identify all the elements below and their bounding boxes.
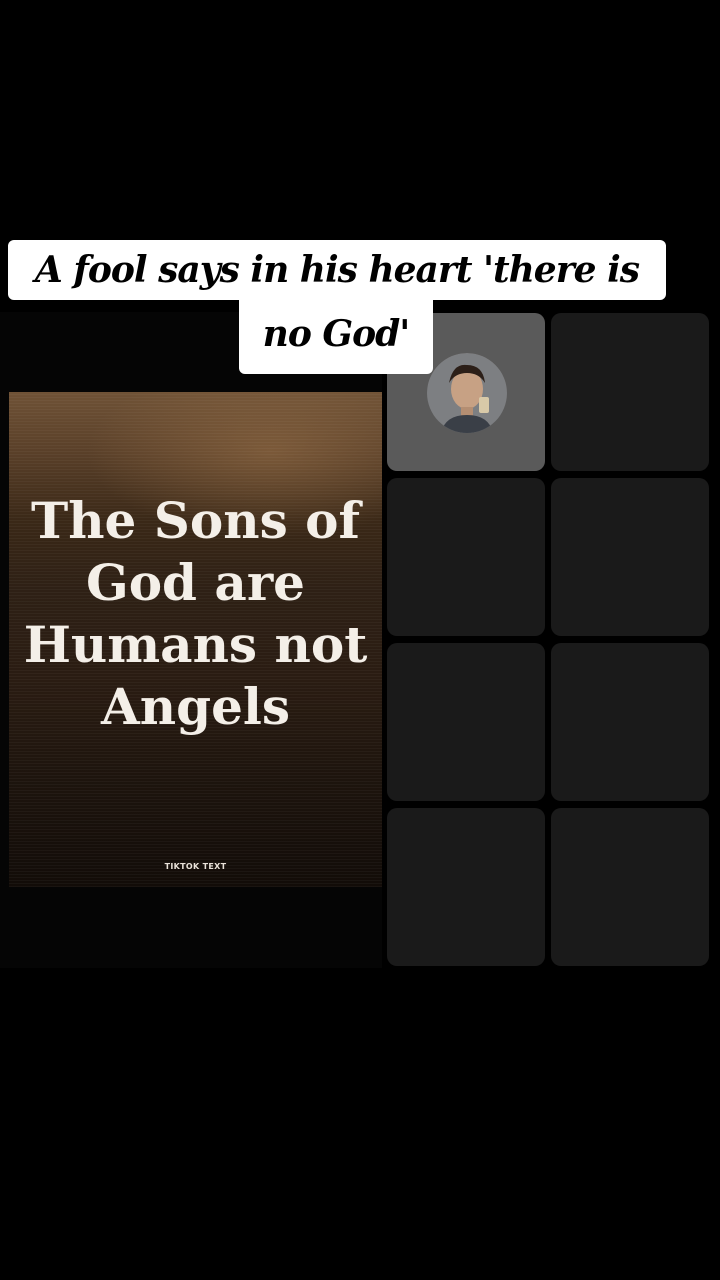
video-card[interactable]: The Sons of God are Humans not Angels TI… <box>9 392 382 887</box>
grid-tile[interactable] <box>387 643 545 801</box>
person-icon <box>427 353 507 433</box>
video-title-line: The Sons of <box>30 491 360 550</box>
video-title-line: Humans not <box>23 615 368 674</box>
caption-line: no God' <box>239 294 433 374</box>
grid-tile[interactable] <box>551 643 709 801</box>
grid-tile[interactable] <box>387 808 545 966</box>
grid-tile[interactable] <box>551 313 709 471</box>
video-title: The Sons of God are Humans not Angels <box>9 490 382 738</box>
video-title-line: God are <box>86 553 305 612</box>
watermark-text: TIKTOK TEXT <box>164 862 227 871</box>
grid-tile[interactable] <box>387 478 545 636</box>
user-avatar[interactable] <box>427 353 507 433</box>
caption-line: A fool says in his heart 'there is <box>8 240 666 300</box>
video-title-line: Angels <box>100 677 291 736</box>
grid-tile[interactable] <box>551 478 709 636</box>
grid-tile[interactable] <box>551 808 709 966</box>
